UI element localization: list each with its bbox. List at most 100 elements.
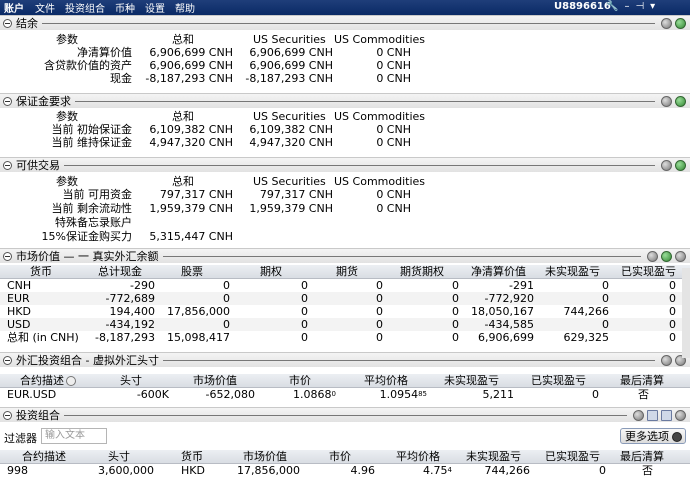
col-header[interactable]: 平均价格 [364,374,408,387]
menu-help[interactable]: 帮助 [170,0,200,15]
table-row[interactable]: CNH -290 0 0 0 0 -291 0 0 [0,279,690,292]
total-value: -8,187,293 CNH [145,72,233,85]
param-label: 含贷款价值的资产 [44,59,132,72]
settings-icon[interactable] [647,250,658,262]
col-header: US Securities [253,110,326,123]
portfolio-section: 投资组合 过滤器 输入文本 更多选项 合约描述 头寸 货币 市场价值 市价 平均… [0,407,690,488]
param-label: 净清算价值 [77,46,132,59]
available-table: 参数 总和 US Securities US Commodities 当前 可用… [0,172,690,244]
collapse-icon[interactable] [3,18,12,28]
nlv-cell: -772,920 [484,292,534,305]
filter-label: 过滤器 [4,432,37,445]
more-options-button[interactable]: 更多选项 [620,428,686,444]
us-commodities-value: 0 CNH [376,59,411,72]
section-header: 保证金要求 [0,93,690,108]
us-commodities-value: 0 CNH [376,202,411,215]
contract-cell: EUR.USD [7,388,57,401]
collapse-icon[interactable] [3,251,12,261]
settings-icon[interactable] [661,17,672,29]
options-cell: 0 [301,318,308,331]
col-header: US Commodities [334,110,426,123]
table-row[interactable]: HKD 194,400 17,856,000 0 0 0 18,050,167 … [0,305,690,318]
col-header[interactable]: 头寸 [108,450,130,463]
more-icon[interactable] [675,409,686,421]
col-header[interactable]: 未实现盈亏 [466,450,521,463]
table-row[interactable]: 998 3,600,000 HKD 17,856,000 4.96 4.754 … [0,464,690,477]
collapse-icon[interactable] [3,96,12,106]
menu-file[interactable]: 文件 [30,0,60,15]
close-icon[interactable]: ▾ [650,1,655,12]
table-row[interactable]: EUR -772,689 0 0 0 0 -772,920 0 0 [0,292,690,305]
param-label: 特殊备忘录账户 [55,216,132,229]
upl-cell: 0 [602,292,609,305]
settings-icon[interactable] [661,159,672,171]
param-label: 当前 可用资金 [62,188,133,201]
market-value-section: 市场价值 — 一 真实外汇余额 货币 总计现金 股票 期权 期货 期货期权 净清… [0,248,690,348]
collapse-icon[interactable] [3,160,12,170]
col-header[interactable]: 已实现盈亏 [545,450,600,463]
table-row[interactable]: USD -434,192 0 0 0 0 -434,585 0 0 [0,318,690,331]
add-icon[interactable] [675,17,686,29]
title-bar: 账户 文件 投资组合 币种 设置 帮助 U8896616 🔧 – ⊣ ▾ [0,0,690,15]
col-header[interactable]: 未实现盈亏 [444,374,499,387]
filter-input[interactable]: 输入文本 [41,428,107,444]
pin-icon[interactable]: ⊣ [635,1,644,12]
export-icon[interactable] [647,409,658,421]
scrollbar[interactable] [682,268,690,358]
col-header[interactable]: 市场价值 [193,374,237,387]
window-icon[interactable] [661,409,672,421]
futures-cell: 0 [376,279,383,292]
table-row-total[interactable]: 总和 (in CNH) -8,187,293 15,098,417 0 0 0 … [0,331,690,344]
cash-cell: 194,400 [109,305,156,318]
param-label: 15%保证金购买力 [41,230,132,243]
col-header[interactable]: 平均价格 [396,450,440,463]
menu-settings[interactable]: 设置 [140,0,170,15]
avg-price-cell: 4.754 [423,464,452,477]
us-commodities-value: 0 CNH [376,188,411,201]
col-header: US Securities [253,33,326,46]
wrench-icon[interactable]: 🔧 [606,1,618,12]
upl-cell: 5,211 [482,388,515,401]
currency-cell: CNH [7,279,32,292]
section-header: 投资组合 [0,407,690,422]
rpl-cell: 0 [669,279,676,292]
fop-cell: 0 [452,331,459,344]
position-cell: -600K [136,388,169,401]
rpl-cell: 0 [669,318,676,331]
menu-currency[interactable]: 币种 [110,0,140,15]
col-header[interactable]: 市场价值 [243,450,287,463]
section-title: 可供交易 [16,159,60,172]
futures-cell: 0 [376,318,383,331]
col-header[interactable]: 市价 [329,450,351,463]
minimize-icon[interactable]: – [624,1,629,12]
table-row[interactable]: EUR.USD -600K -652,080 1.08680 1.095485 … [0,388,690,401]
settings-icon[interactable] [633,409,644,421]
upl-cell: 744,266 [484,464,531,477]
last-settle-cell: 否 [638,388,649,401]
col-header[interactable]: 最后清算 [620,450,664,463]
col-header[interactable]: 头寸 [120,374,142,387]
col-header: 总和 [172,110,194,123]
collapse-icon[interactable] [3,355,12,365]
settings-icon[interactable] [661,354,672,366]
col-header[interactable]: 最后清算 [620,374,664,387]
fop-cell: 0 [452,292,459,305]
add-icon[interactable] [675,95,686,107]
add-icon[interactable] [661,250,672,262]
col-header[interactable]: 合约描述 [22,450,66,463]
us-commodities-value: 0 CNH [376,72,411,85]
col-header[interactable]: 合约描述 [20,374,64,387]
section-title: 市场价值 — 一 真实外汇余额 [16,250,159,263]
sort-icon[interactable] [66,376,76,386]
collapse-icon[interactable] [3,410,12,420]
divider [162,255,641,257]
avg-price-cell: 1.095485 [379,388,427,401]
more-icon[interactable] [675,250,686,262]
col-header[interactable]: 已实现盈亏 [531,374,586,387]
futures-cell: 0 [376,305,383,318]
col-header[interactable]: 货币 [181,450,203,463]
col-header[interactable]: 市价 [289,374,311,387]
settings-icon[interactable] [661,95,672,107]
menu-portfolio[interactable]: 投资组合 [60,0,110,15]
add-icon[interactable] [675,159,686,171]
